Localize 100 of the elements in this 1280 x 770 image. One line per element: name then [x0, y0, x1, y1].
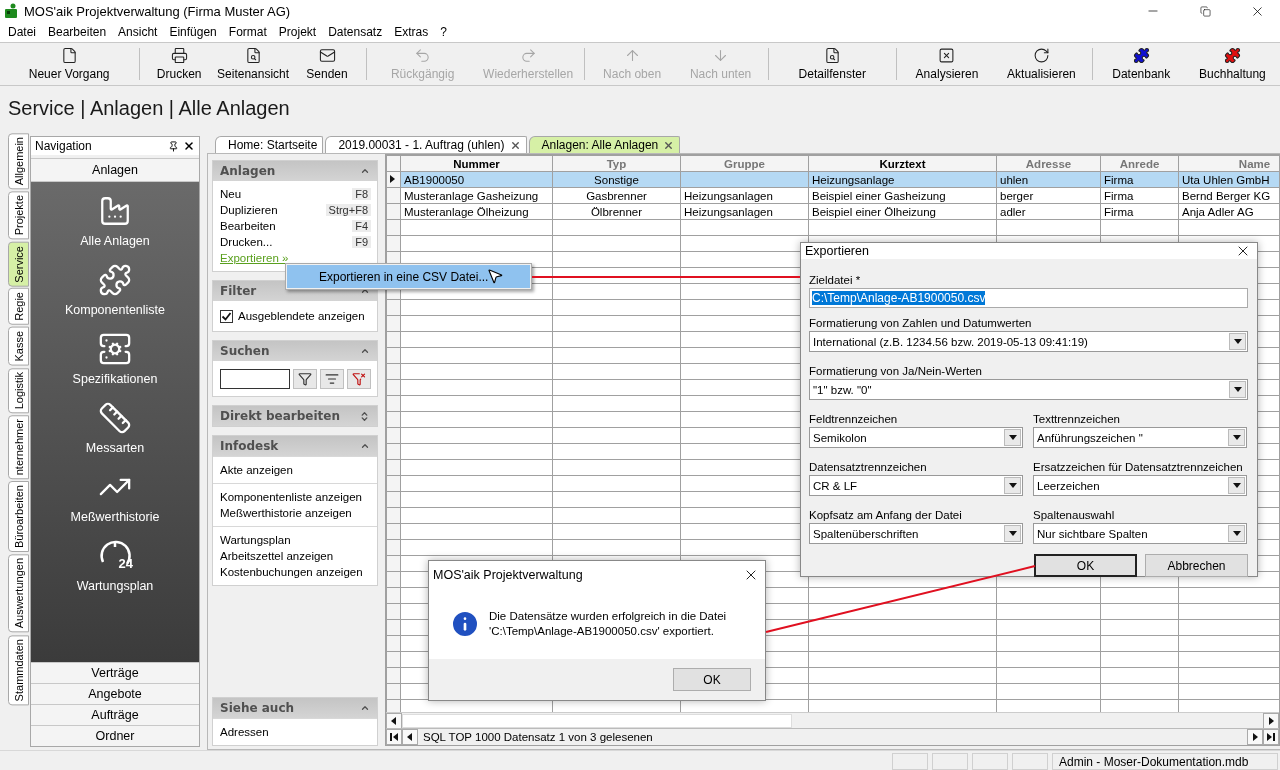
column-header[interactable]: Nummer [400, 155, 553, 172]
info-link[interactable]: Komponentenliste anzeigen [220, 489, 370, 505]
dropdown-field[interactable]: "1" bzw. "0" [809, 379, 1248, 400]
menu-item[interactable]: Projekt [272, 25, 323, 39]
menu-item[interactable]: Einfügen [163, 25, 223, 39]
group-header[interactable]: Anlagen [31, 158, 199, 182]
close-icon[interactable] [663, 139, 675, 151]
section-header[interactable]: Suchen [213, 341, 377, 361]
side-tab[interactable]: Büroarbeiten [8, 481, 29, 553]
toolbar-button[interactable]: Senden [291, 43, 363, 85]
tab-label: Home: Startseite [228, 138, 318, 152]
info-link[interactable]: Akte anzeigen [220, 462, 370, 478]
info-link[interactable]: Arbeitszettel anzeigen [220, 548, 370, 564]
toolbar-button[interactable]: Analysieren [899, 43, 995, 85]
filter-list-button[interactable] [320, 368, 344, 389]
info-link[interactable]: Adressen [220, 724, 370, 740]
section-header[interactable]: Siehe auch [213, 698, 377, 718]
dropdown-field[interactable]: CR & LF [809, 475, 1023, 496]
dropdown-field[interactable]: Nur sichtbare Spalten [1033, 523, 1247, 544]
document-tab[interactable]: Anlagen: Alle Anlagen [528, 136, 681, 153]
side-tab[interactable]: nternehmer [8, 415, 29, 480]
side-tab[interactable]: Projekte [8, 191, 29, 240]
side-tab[interactable]: Stammdaten [8, 634, 29, 705]
next-record-button[interactable] [1247, 729, 1263, 745]
column-header[interactable]: Anrede [1100, 155, 1179, 172]
filter-button[interactable] [293, 368, 317, 389]
menu-item[interactable]: Bearbeiten [42, 25, 113, 39]
side-tab[interactable]: Service [8, 241, 29, 287]
side-tab[interactable]: Allgemein [8, 133, 29, 190]
first-record-button[interactable] [386, 729, 402, 745]
side-tab[interactable]: Logistik [8, 367, 29, 413]
action-link[interactable]: Duplizieren [220, 204, 278, 216]
scroll-left-button[interactable] [386, 712, 402, 729]
document-tab[interactable]: Home: Startseite [215, 136, 324, 153]
export-link[interactable]: Exportieren » [220, 252, 289, 264]
previous-record-button[interactable] [402, 729, 418, 745]
toolbar-button[interactable]: Aktualisieren [994, 43, 1089, 85]
section-header[interactable]: Infodesk [213, 436, 377, 456]
info-link[interactable]: Meßwerthistorie anzeigen [220, 505, 370, 521]
menu-item[interactable]: Datensatz [322, 25, 389, 39]
field-label: Formatierung von Ja/Nein-Werten [809, 364, 983, 377]
action-link[interactable]: Bearbeiten [220, 220, 276, 232]
column-header[interactable]: Kurztext [808, 155, 997, 172]
action-link[interactable]: Drucken... [220, 236, 273, 248]
dropdown-field[interactable]: Anführungszeichen " [1033, 427, 1247, 448]
dropdown-field[interactable]: International (z.B. 1234.56 bzw. 2019-05-13 09:41:19) [809, 331, 1248, 352]
search-field[interactable] [220, 368, 290, 389]
toolbar-button[interactable]: Datenbank [1095, 43, 1187, 85]
dropdown-value: Semikolon [812, 431, 868, 444]
section-header[interactable]: Anlagen [213, 161, 377, 181]
info-link[interactable]: Kostenbuchungen anzeigen [220, 564, 370, 580]
side-tab[interactable]: Kasse [8, 327, 29, 366]
dialog-button[interactable]: OK [1034, 554, 1137, 577]
dropdown-value: CR & LF [812, 479, 859, 492]
navigation-item[interactable]: Alle Anlagen [80, 234, 150, 248]
document-tab[interactable]: 2019.00031 - 1. Auftrag (uhlen) [325, 136, 527, 153]
menu-item[interactable]: Datei [2, 25, 42, 39]
scroll-right-button[interactable] [1263, 712, 1279, 729]
menu-item[interactable]: Ansicht [112, 25, 164, 39]
toolbar-button[interactable]: Neuer Vorgang [2, 43, 137, 85]
navigation-section[interactable]: Verträge [31, 662, 199, 683]
scrollbar-thumb[interactable] [402, 713, 792, 728]
file-path-field[interactable]: C:\Temp\Anlage-AB1900050.csv [809, 288, 1248, 308]
dialog-button[interactable]: Abbrechen [1145, 554, 1248, 577]
close-icon[interactable] [183, 140, 195, 152]
section-header[interactable]: Direkt bearbeiten [213, 406, 377, 426]
pin-icon[interactable] [168, 140, 179, 152]
dropdown-field[interactable]: Spaltenüberschriften [809, 523, 1023, 544]
toolbar-button[interactable]: Seitenansicht [215, 43, 292, 85]
ok-button[interactable]: OK [673, 668, 751, 691]
navigation-item[interactable]: Messarten [85, 441, 145, 455]
menu-item[interactable]: Exportieren in eine CSV Datei... [287, 265, 530, 288]
menu-item[interactable]: ? [434, 25, 453, 39]
toolbar-button[interactable]: Detailfenster [771, 43, 893, 85]
navigation-item[interactable]: Komponentenliste [64, 303, 166, 317]
navigation-section[interactable]: Aufträge [31, 704, 199, 725]
navigation-item[interactable]: Meßwerthistorie [70, 510, 160, 524]
last-record-button[interactable] [1263, 729, 1279, 745]
menu-item[interactable]: Format [222, 25, 273, 39]
action-link[interactable]: Neu [220, 188, 242, 200]
navigation-item[interactable]: Spezifikationen [72, 372, 158, 386]
column-header[interactable]: Typ [552, 155, 681, 172]
x-box-icon [938, 47, 956, 64]
dropdown-field[interactable]: Leerzeichen [1033, 475, 1247, 496]
toolbar-button[interactable]: Buchhaltung [1186, 43, 1278, 85]
clear-filter-button[interactable] [347, 368, 371, 389]
checkbox[interactable] [220, 309, 233, 323]
side-tab[interactable]: Auswertungen [8, 554, 29, 633]
navigation-section[interactable]: Angebote [31, 683, 199, 704]
navigation-item[interactable]: Wartungsplan [76, 579, 154, 593]
menu-item[interactable]: Extras [388, 25, 435, 39]
navigation-section[interactable]: Ordner [31, 725, 199, 746]
column-header[interactable]: Gruppe [680, 155, 809, 172]
column-header[interactable]: Name [1178, 155, 1279, 172]
close-icon[interactable] [509, 139, 521, 151]
column-header[interactable]: Adresse [996, 155, 1101, 172]
dropdown-field[interactable]: Semikolon [809, 427, 1023, 448]
side-tab[interactable]: Regie [8, 288, 29, 326]
info-link[interactable]: Wartungsplan [220, 532, 370, 548]
toolbar-button[interactable]: Drucken [143, 43, 216, 85]
